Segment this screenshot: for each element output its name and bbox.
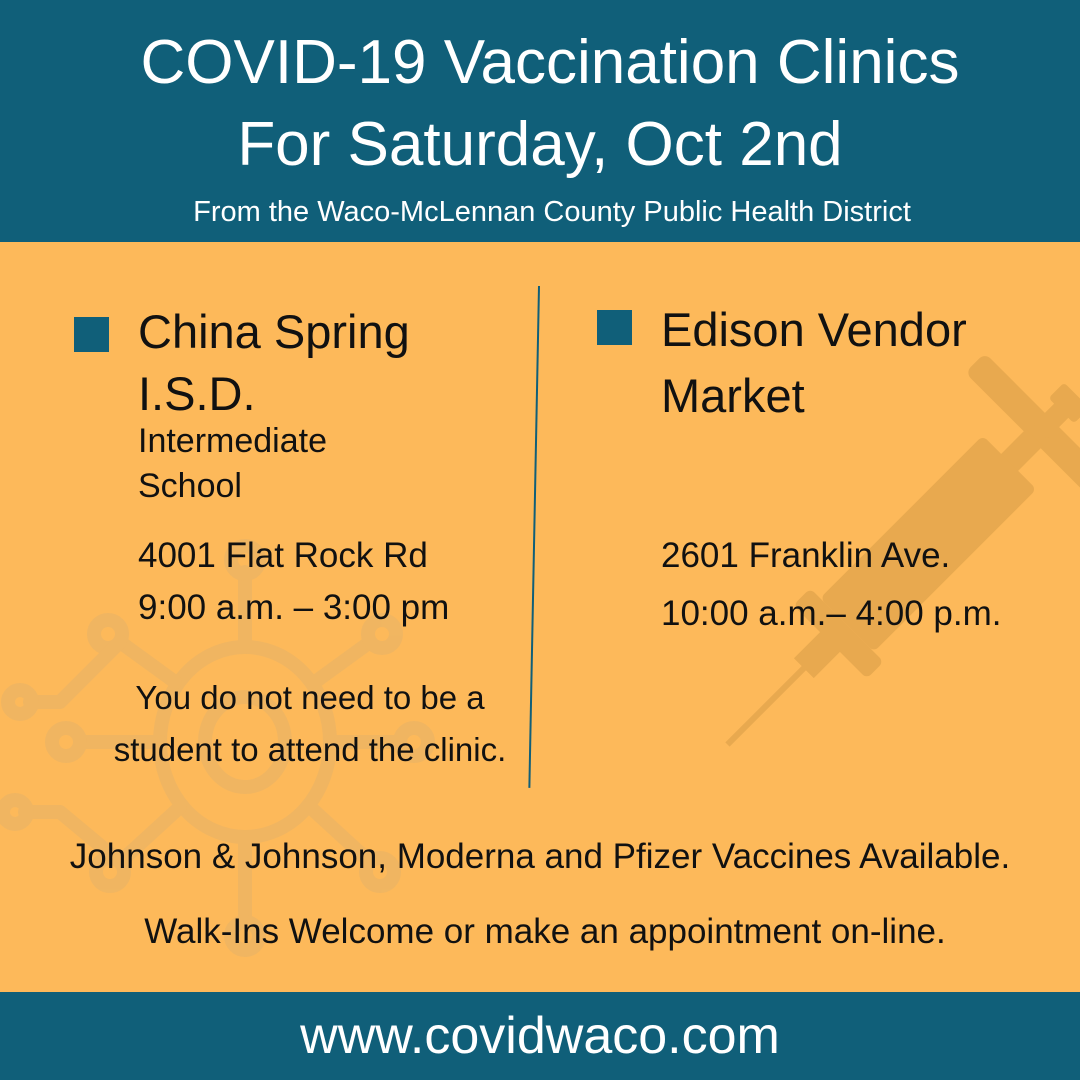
clinic-1-subname-line-2: School	[138, 467, 242, 505]
title-line-1: COVID-19 Vaccination Clinics	[140, 28, 960, 97]
bullet-square-1	[74, 317, 109, 352]
clinic-1-name-line-1: China Spring	[138, 305, 410, 358]
vaccines-available-text: Johnson & Johnson, Moderna and Pfizer Va…	[69, 837, 1011, 876]
clinic-2-name-line-2: Market	[661, 369, 805, 422]
clinic-1-subname-line-1: Intermediate	[138, 422, 327, 460]
website-url[interactable]: www.covidwaco.com	[0, 992, 1080, 1080]
clinic-1-note-line-2: student to attend the clinic.	[113, 731, 507, 768]
clinic-info-panel: China Spring I.S.D. Intermediate School …	[0, 242, 1080, 992]
walk-ins-text: Walk-Ins Welcome or make an appointment …	[144, 912, 946, 951]
clinic-1-note-line-1: You do not need to be a	[135, 679, 485, 716]
clinic-2-hours: 10:00 a.m.– 4:00 p.m.	[661, 594, 1002, 633]
header-banner: COVID-19 Vaccination Clinics For Saturda…	[0, 0, 1080, 242]
clinic-1-address: 4001 Flat Rock Rd	[138, 536, 428, 575]
subtitle: From the Waco-McLennan County Public Hea…	[193, 196, 911, 228]
clinic-1-hours: 9:00 a.m. – 3:00 pm	[138, 588, 450, 627]
footer-banner: www.covidwaco.com	[0, 992, 1080, 1080]
bullet-square-2	[597, 310, 632, 345]
clinic-1-name-line-2: I.S.D.	[138, 367, 256, 420]
title-line-2: For Saturday, Oct 2nd	[237, 110, 843, 179]
clinic-2-address: 2601 Franklin Ave.	[661, 536, 951, 575]
clinic-2-name-line-1: Edison Vendor	[661, 303, 967, 356]
